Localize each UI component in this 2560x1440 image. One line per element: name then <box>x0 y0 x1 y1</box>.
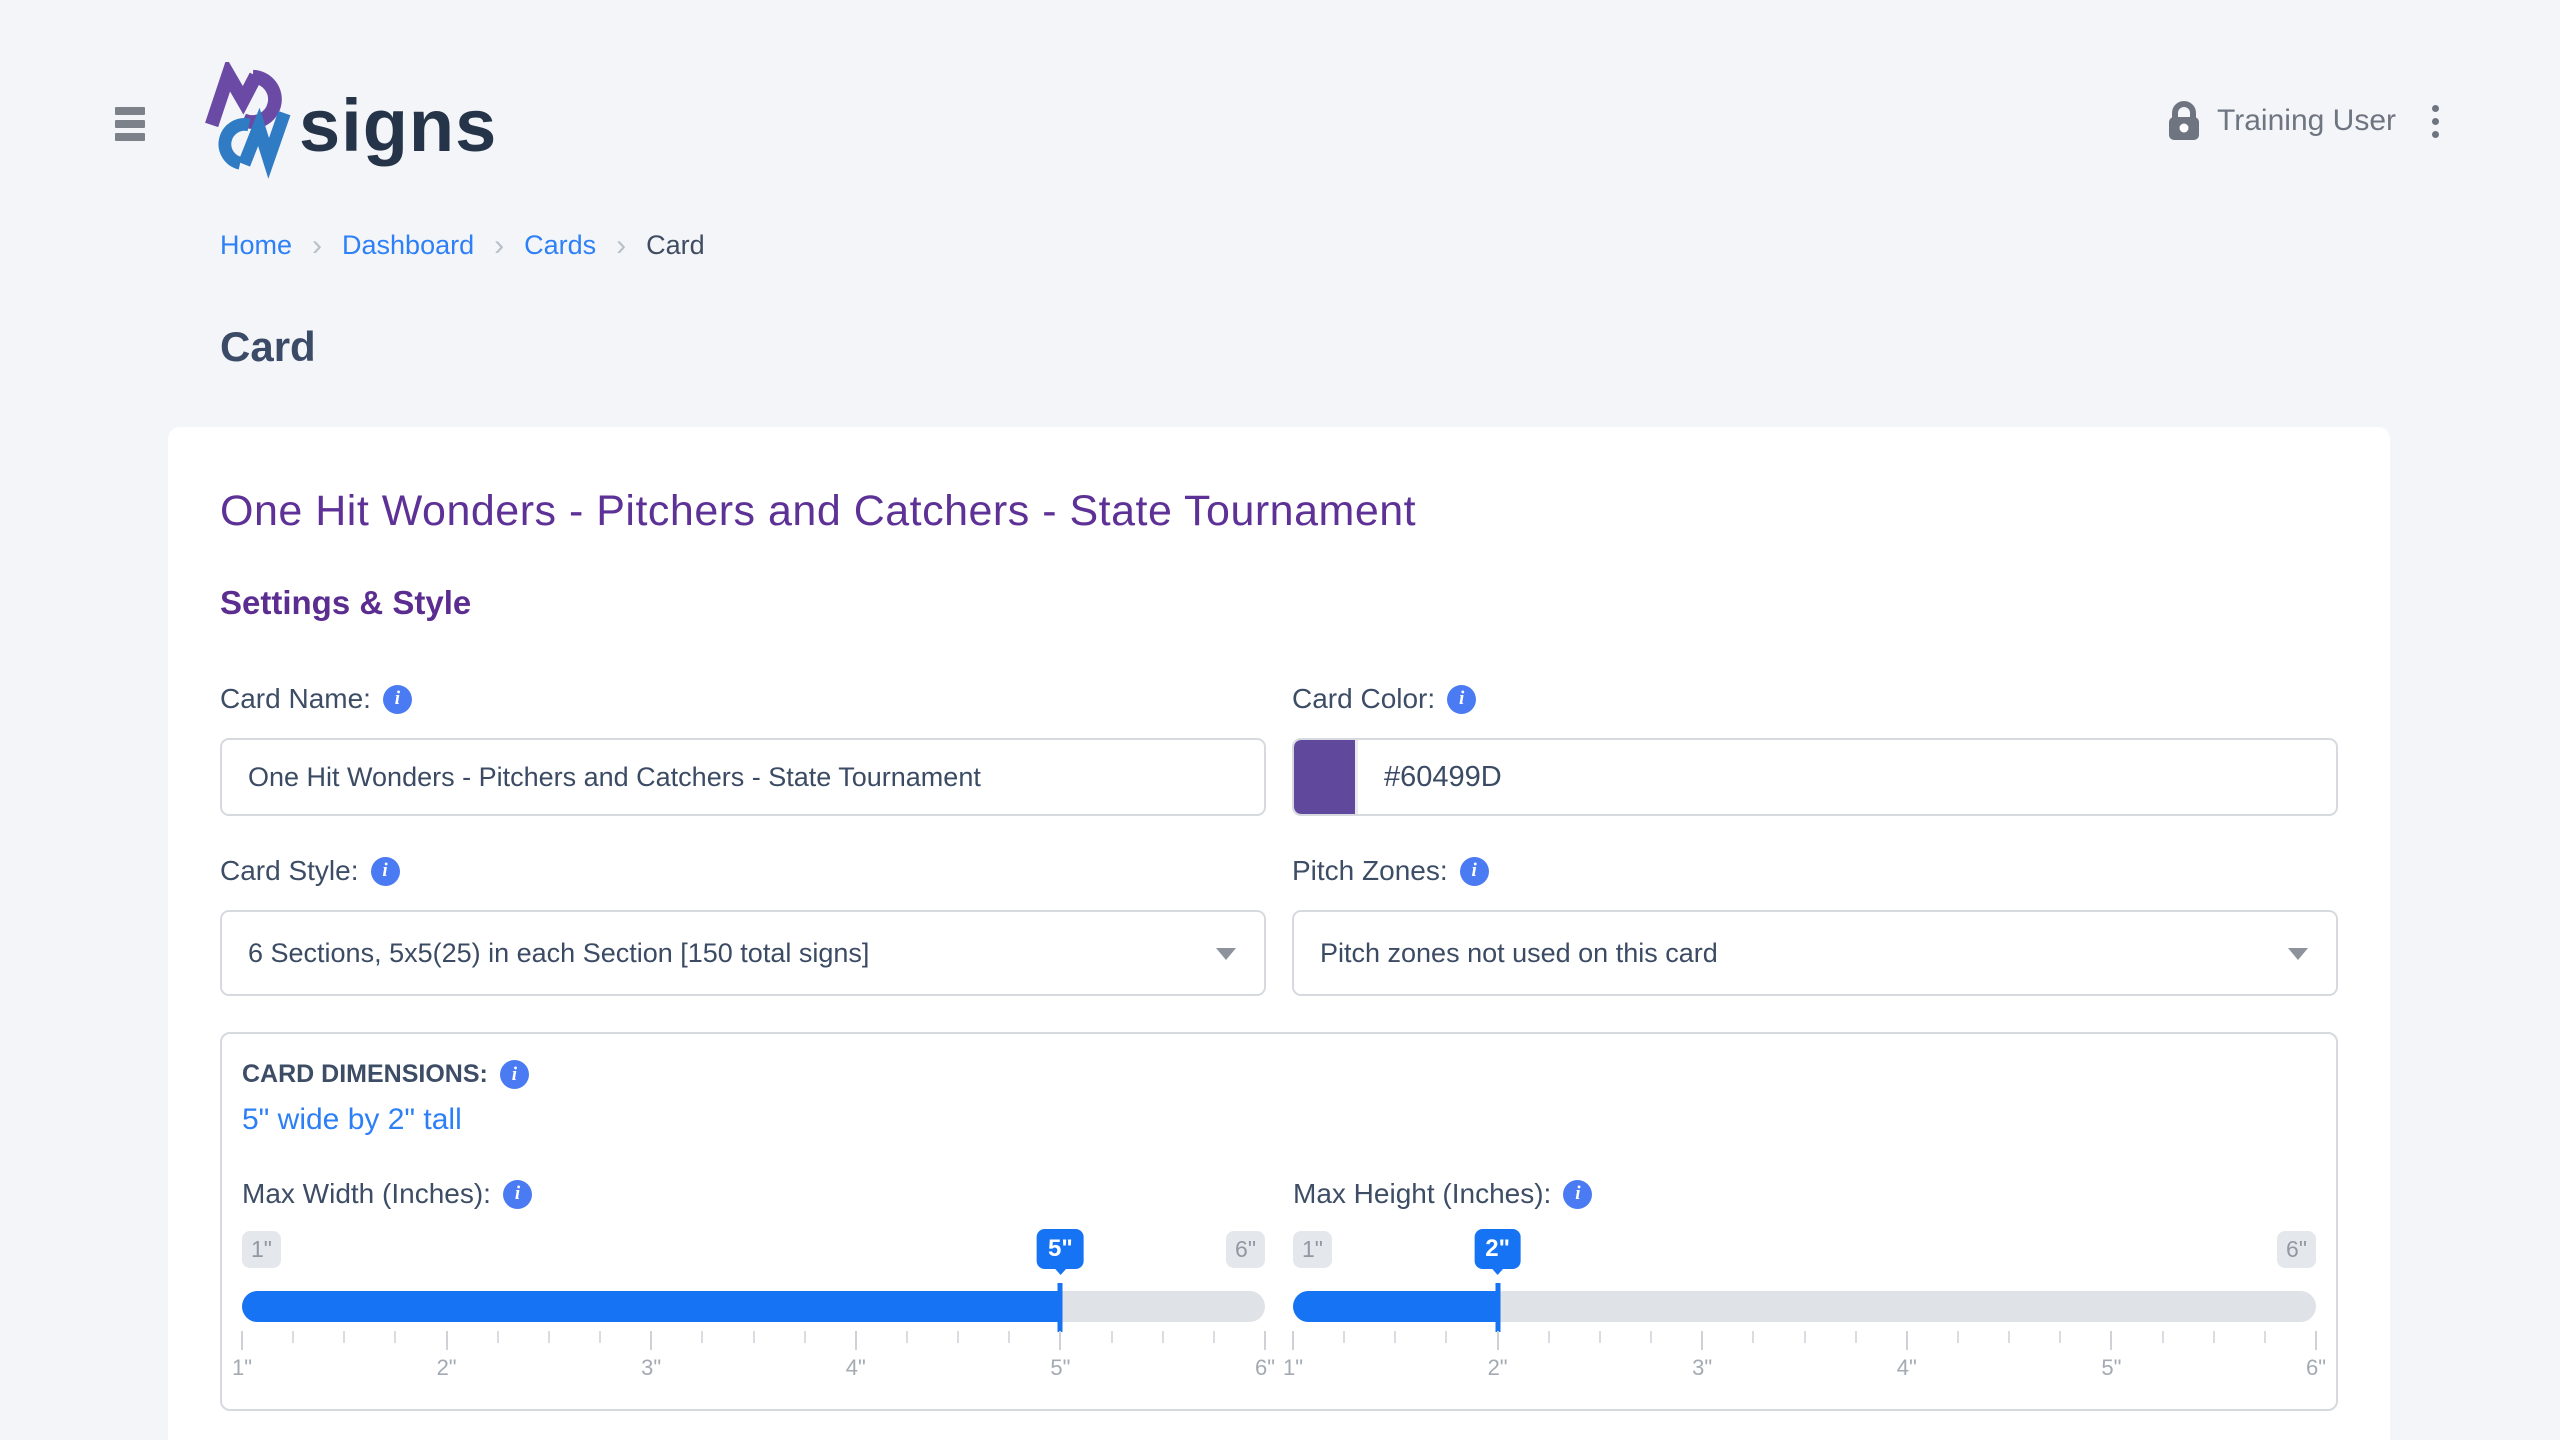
color-swatch[interactable] <box>1294 740 1358 814</box>
user-area: Training User <box>2167 99 2445 144</box>
info-icon[interactable]: i <box>499 1060 529 1089</box>
tick-label: 5" <box>1050 1355 1071 1380</box>
card-name-field: Card Name: i <box>220 680 1266 816</box>
slider-value-badge: 2" <box>1474 1229 1521 1269</box>
card-name-label: Card Name: <box>220 683 371 714</box>
slider-track[interactable] <box>242 1283 1265 1332</box>
lock-icon <box>2167 101 2201 141</box>
slider-min-badge: 1" <box>1293 1231 1332 1268</box>
breadcrumb-separator-icon: › <box>494 228 505 262</box>
slider-fill <box>242 1291 1061 1322</box>
slider-ruler <box>1292 1331 2317 1351</box>
user-label: Training User <box>2217 104 2396 137</box>
card-dimensions-box: CARD DIMENSIONS: i 5" wide by 2" tall Ma… <box>220 1032 2338 1411</box>
slider-track[interactable] <box>1293 1283 2316 1332</box>
info-icon[interactable]: i <box>1459 856 1489 886</box>
breadcrumb-separator-icon: › <box>312 228 323 262</box>
info-icon[interactable]: i <box>502 1179 532 1209</box>
card-style-selected-value: 6 Sections, 5x5(25) in each Section [150… <box>248 937 870 968</box>
max-width-slider: Max Width (Inches): i 1" 5" 6" 1" 2" 3" <box>232 1175 1275 1385</box>
tick-label: 6" <box>1254 1355 1276 1380</box>
card-style-label: Card Style: <box>220 855 359 886</box>
tick-label: 3" <box>1692 1355 1713 1380</box>
card-settings-panel: One Hit Wonders - Pitchers and Catchers … <box>168 427 2390 1440</box>
card-dimensions-summary: 5" wide by 2" tall <box>242 1103 462 1136</box>
tick-label: 2" <box>1487 1355 1508 1380</box>
tick-label: 1" <box>1282 1355 1304 1380</box>
slider-max-badge: 6" <box>2277 1231 2316 1268</box>
card-color-input[interactable]: #60499D <box>1292 738 2338 816</box>
slider-min-badge: 1" <box>242 1231 281 1268</box>
max-width-label: Max Width (Inches): <box>242 1178 491 1209</box>
breadcrumb-dashboard[interactable]: Dashboard <box>342 230 474 261</box>
brand-name: signs <box>299 83 498 167</box>
slider-fill <box>1293 1291 1498 1322</box>
breadcrumb-home[interactable]: Home <box>220 230 292 261</box>
card-color-label: Card Color: <box>1292 683 1436 714</box>
card-title-heading: One Hit Wonders - Pitchers and Catchers … <box>220 487 1417 535</box>
dropdown-arrow-icon <box>1216 948 1236 970</box>
card-style-select[interactable]: 6 Sections, 5x5(25) in each Section [150… <box>220 910 1266 996</box>
dropdown-arrow-icon <box>2288 948 2308 970</box>
tick-label: 3" <box>641 1355 662 1380</box>
tick-label: 4" <box>845 1355 866 1380</box>
slider-max-badge: 6" <box>1226 1231 1265 1268</box>
tick-label: 6" <box>2305 1355 2327 1380</box>
hamburger-menu-icon[interactable] <box>115 106 145 146</box>
breadcrumb-separator-icon: › <box>616 228 627 262</box>
max-height-label: Max Height (Inches): <box>1293 1178 1552 1209</box>
top-bar: signs Training User <box>0 0 2560 180</box>
slider-tick-labels: 1" 2" 3" 4" 5" 6" <box>1283 1355 2326 1385</box>
pitch-zones-label: Pitch Zones: <box>1292 855 1448 886</box>
breadcrumb-current: Card <box>646 230 705 260</box>
tick-label: 1" <box>231 1355 253 1380</box>
info-icon[interactable]: i <box>382 684 412 714</box>
tick-label: 2" <box>436 1355 457 1380</box>
slider-handle[interactable] <box>1057 1283 1063 1332</box>
info-icon[interactable]: i <box>370 856 400 886</box>
settings-style-heading: Settings & Style <box>220 584 472 621</box>
pitch-zones-field: Pitch Zones: i Pitch zones not used on t… <box>1292 852 2338 996</box>
tick-label: 5" <box>2101 1355 2122 1380</box>
color-hex-value[interactable]: #60499D <box>1358 740 1502 814</box>
brand-logo[interactable]: signs <box>203 62 497 180</box>
max-height-slider: Max Height (Inches): i 1" 2" 6" 1" 2" 3" <box>1283 1175 2326 1385</box>
slider-tick-labels: 1" 2" 3" 4" 5" 6" <box>232 1355 1275 1385</box>
slider-handle[interactable] <box>1495 1283 1501 1332</box>
pitch-zones-select[interactable]: Pitch zones not used on this card <box>1292 910 2338 996</box>
card-dimensions-label: CARD DIMENSIONS: <box>242 1060 488 1088</box>
pitch-zones-selected-value: Pitch zones not used on this card <box>1320 937 1718 968</box>
brand-logo-mark <box>205 62 291 179</box>
slider-ruler <box>241 1331 1266 1351</box>
kebab-menu-icon[interactable] <box>2426 99 2445 144</box>
card-style-field: Card Style: i 6 Sections, 5x5(25) in eac… <box>220 852 1266 996</box>
info-icon[interactable]: i <box>1447 684 1477 714</box>
page-title: Card <box>220 323 316 370</box>
breadcrumb-cards[interactable]: Cards <box>524 230 596 261</box>
breadcrumb: Home › Dashboard › Cards › Card <box>220 230 2560 261</box>
slider-value-badge: 5" <box>1037 1229 1084 1269</box>
info-icon[interactable]: i <box>1563 1179 1593 1209</box>
tick-label: 4" <box>1896 1355 1917 1380</box>
card-color-field: Card Color: i #60499D <box>1292 680 2338 816</box>
card-name-input[interactable] <box>220 738 1266 816</box>
